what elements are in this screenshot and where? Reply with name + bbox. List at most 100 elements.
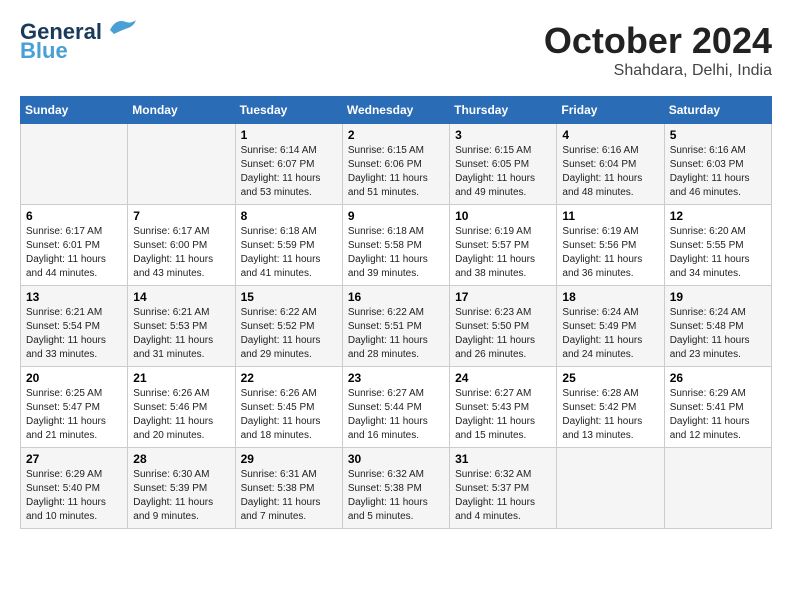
day-number: 24: [455, 371, 551, 385]
day-number: 2: [348, 128, 444, 142]
calendar-cell: 8 Sunrise: 6:18 AMSunset: 5:59 PMDaylight…: [235, 205, 342, 286]
calendar-cell: 31 Sunrise: 6:32 AMSunset: 5:37 PMDayligh…: [450, 448, 557, 529]
day-number: 21: [133, 371, 229, 385]
day-number: 13: [26, 290, 122, 304]
calendar-cell: 16Sunrise: 6:22 AMSunset: 5:51 PMDayligh…: [342, 286, 449, 367]
calendar-week-row: 6Sunrise: 6:17 AMSunset: 6:01 PMDaylight…: [21, 205, 772, 286]
day-info: Sunrise: 6:26 AMSunset: 5:45 PMDaylight:…: [241, 387, 337, 443]
logo-blue: Blue: [20, 38, 68, 64]
day-number: 28: [133, 452, 229, 466]
weekday-header: Friday: [557, 97, 664, 124]
day-info: Sunrise: 6:21 AMSunset: 5:53 PMDaylight:…: [133, 306, 229, 362]
day-info: Sunrise: 6:24 AMSunset: 5:49 PMDaylight:…: [562, 306, 658, 362]
day-info: Sunrise: 6:32 AMSunset: 5:37 PMDaylight:…: [455, 468, 551, 524]
day-number: 25: [562, 371, 658, 385]
title-block: October 2024 Shahdara, Delhi, India: [544, 20, 772, 80]
day-number: 5: [670, 128, 766, 142]
day-number: 26: [670, 371, 766, 385]
calendar-cell: [21, 124, 128, 205]
calendar-cell: 7Sunrise: 6:17 AMSunset: 6:00 PMDaylight…: [128, 205, 235, 286]
day-number: 12: [670, 209, 766, 223]
day-info: Sunrise: 6:27 AMSunset: 5:44 PMDaylight:…: [348, 387, 444, 443]
day-number: 22: [241, 371, 337, 385]
logo-bird-icon: [106, 16, 138, 36]
weekday-header: Monday: [128, 97, 235, 124]
calendar-cell: 30 Sunrise: 6:32 AMSunset: 5:38 PMDayligh…: [342, 448, 449, 529]
day-info: Sunrise: 6:18 AMSunset: 5:59 PMDaylight:…: [241, 225, 337, 281]
calendar-cell: 20 Sunrise: 6:25 AMSunset: 5:47 PMDayligh…: [21, 367, 128, 448]
day-number: 10: [455, 209, 551, 223]
calendar-cell: 6Sunrise: 6:17 AMSunset: 6:01 PMDaylight…: [21, 205, 128, 286]
calendar-cell: 26 Sunrise: 6:29 AMSunset: 5:41 PMDayligh…: [664, 367, 771, 448]
calendar-header-row: SundayMondayTuesdayWednesdayThursdayFrid…: [21, 97, 772, 124]
day-info: Sunrise: 6:16 AMSunset: 6:03 PMDaylight:…: [670, 144, 766, 200]
day-number: 16: [348, 290, 444, 304]
day-info: Sunrise: 6:15 AMSunset: 6:05 PMDaylight:…: [455, 144, 551, 200]
day-number: 30: [348, 452, 444, 466]
calendar-cell: 15Sunrise: 6:22 AMSunset: 5:52 PMDayligh…: [235, 286, 342, 367]
day-info: Sunrise: 6:21 AMSunset: 5:54 PMDaylight:…: [26, 306, 122, 362]
day-number: 9: [348, 209, 444, 223]
day-number: 3: [455, 128, 551, 142]
month-title: October 2024: [544, 20, 772, 62]
calendar-cell: 28 Sunrise: 6:30 AMSunset: 5:39 PMDayligh…: [128, 448, 235, 529]
weekday-header: Wednesday: [342, 97, 449, 124]
calendar-cell: 21 Sunrise: 6:26 AMSunset: 5:46 PMDayligh…: [128, 367, 235, 448]
day-info: Sunrise: 6:32 AMSunset: 5:38 PMDaylight:…: [348, 468, 444, 524]
day-number: 17: [455, 290, 551, 304]
day-number: 18: [562, 290, 658, 304]
day-info: Sunrise: 6:28 AMSunset: 5:42 PMDaylight:…: [562, 387, 658, 443]
weekday-header: Tuesday: [235, 97, 342, 124]
day-number: 27: [26, 452, 122, 466]
calendar-cell: 22 Sunrise: 6:26 AMSunset: 5:45 PMDayligh…: [235, 367, 342, 448]
logo: General Blue: [20, 20, 138, 64]
calendar-cell: 3 Sunrise: 6:15 AMSunset: 6:05 PMDaylight…: [450, 124, 557, 205]
day-number: 19: [670, 290, 766, 304]
day-info: Sunrise: 6:29 AMSunset: 5:40 PMDaylight:…: [26, 468, 122, 524]
day-info: Sunrise: 6:29 AMSunset: 5:41 PMDaylight:…: [670, 387, 766, 443]
weekday-header: Thursday: [450, 97, 557, 124]
day-number: 31: [455, 452, 551, 466]
day-info: Sunrise: 6:30 AMSunset: 5:39 PMDaylight:…: [133, 468, 229, 524]
day-number: 15: [241, 290, 337, 304]
day-info: Sunrise: 6:24 AMSunset: 5:48 PMDaylight:…: [670, 306, 766, 362]
calendar-cell: 13 Sunrise: 6:21 AMSunset: 5:54 PMDayligh…: [21, 286, 128, 367]
calendar-cell: [664, 448, 771, 529]
page-header: General Blue October 2024 Shahdara, Delh…: [20, 20, 772, 80]
day-number: 6: [26, 209, 122, 223]
day-info: Sunrise: 6:25 AMSunset: 5:47 PMDaylight:…: [26, 387, 122, 443]
day-number: 1: [241, 128, 337, 142]
calendar-week-row: 27 Sunrise: 6:29 AMSunset: 5:40 PMDayligh…: [21, 448, 772, 529]
calendar-cell: 18 Sunrise: 6:24 AMSunset: 5:49 PMDayligh…: [557, 286, 664, 367]
calendar-cell: 19 Sunrise: 6:24 AMSunset: 5:48 PMDayligh…: [664, 286, 771, 367]
day-info: Sunrise: 6:26 AMSunset: 5:46 PMDaylight:…: [133, 387, 229, 443]
calendar-cell: 24 Sunrise: 6:27 AMSunset: 5:43 PMDayligh…: [450, 367, 557, 448]
calendar-cell: 4 Sunrise: 6:16 AMSunset: 6:04 PMDaylight…: [557, 124, 664, 205]
day-number: 11: [562, 209, 658, 223]
calendar-cell: 14Sunrise: 6:21 AMSunset: 5:53 PMDayligh…: [128, 286, 235, 367]
day-number: 7: [133, 209, 229, 223]
calendar-week-row: 20 Sunrise: 6:25 AMSunset: 5:47 PMDayligh…: [21, 367, 772, 448]
calendar-cell: 2 Sunrise: 6:15 AMSunset: 6:06 PMDaylight…: [342, 124, 449, 205]
day-number: 23: [348, 371, 444, 385]
day-number: 4: [562, 128, 658, 142]
day-number: 20: [26, 371, 122, 385]
day-number: 8: [241, 209, 337, 223]
day-info: Sunrise: 6:31 AMSunset: 5:38 PMDaylight:…: [241, 468, 337, 524]
calendar-cell: 11Sunrise: 6:19 AMSunset: 5:56 PMDayligh…: [557, 205, 664, 286]
calendar-cell: 29 Sunrise: 6:31 AMSunset: 5:38 PMDayligh…: [235, 448, 342, 529]
calendar-cell: 10Sunrise: 6:19 AMSunset: 5:57 PMDayligh…: [450, 205, 557, 286]
day-info: Sunrise: 6:16 AMSunset: 6:04 PMDaylight:…: [562, 144, 658, 200]
weekday-header: Saturday: [664, 97, 771, 124]
calendar-cell: 12Sunrise: 6:20 AMSunset: 5:55 PMDayligh…: [664, 205, 771, 286]
calendar-table: SundayMondayTuesdayWednesdayThursdayFrid…: [20, 96, 772, 529]
day-info: Sunrise: 6:27 AMSunset: 5:43 PMDaylight:…: [455, 387, 551, 443]
day-number: 29: [241, 452, 337, 466]
calendar-cell: 17 Sunrise: 6:23 AMSunset: 5:50 PMDayligh…: [450, 286, 557, 367]
calendar-body: 1 Sunrise: 6:14 AMSunset: 6:07 PMDaylight…: [21, 124, 772, 529]
calendar-cell: 9Sunrise: 6:18 AMSunset: 5:58 PMDaylight…: [342, 205, 449, 286]
day-info: Sunrise: 6:23 AMSunset: 5:50 PMDaylight:…: [455, 306, 551, 362]
day-info: Sunrise: 6:15 AMSunset: 6:06 PMDaylight:…: [348, 144, 444, 200]
day-info: Sunrise: 6:14 AMSunset: 6:07 PMDaylight:…: [241, 144, 337, 200]
calendar-cell: 5 Sunrise: 6:16 AMSunset: 6:03 PMDaylight…: [664, 124, 771, 205]
